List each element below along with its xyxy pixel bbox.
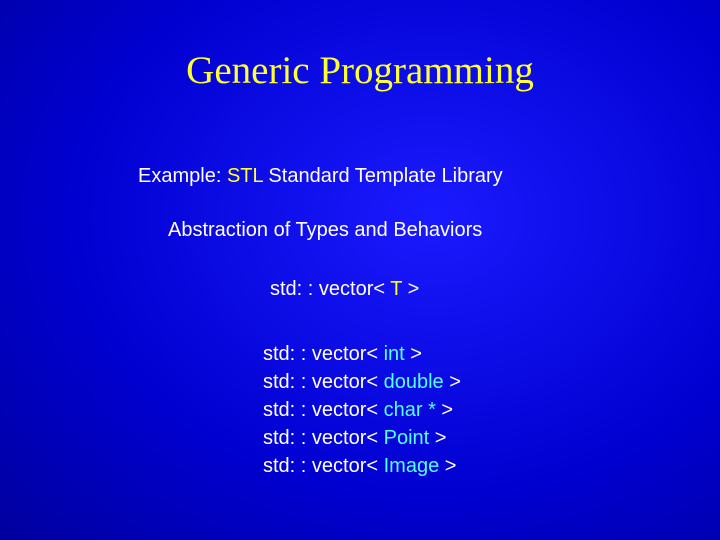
slide-title: Generic Programming bbox=[0, 48, 720, 93]
instance-suffix: > bbox=[439, 455, 456, 477]
instance-type: Point bbox=[384, 427, 430, 449]
instance-prefix: std: : vector< bbox=[263, 427, 384, 449]
instance-prefix: std: : vector< bbox=[263, 371, 384, 393]
instance-type: Image bbox=[384, 455, 440, 477]
instance-type: int bbox=[384, 343, 405, 365]
generic-line: std: : vector< T > bbox=[270, 278, 419, 301]
instance-prefix: std: : vector< bbox=[263, 455, 384, 477]
instance-prefix: std: : vector< bbox=[263, 399, 384, 421]
subtitle-highlight: STL bbox=[227, 165, 263, 187]
instance-type: double bbox=[384, 371, 444, 393]
subtitle-prefix: Example: bbox=[138, 165, 227, 187]
subtitle-suffix: Standard Template Library bbox=[263, 165, 503, 187]
instance-line: std: : vector< Image > bbox=[263, 452, 461, 480]
instance-type: char * bbox=[384, 399, 436, 421]
instance-suffix: > bbox=[405, 343, 422, 365]
instance-line: std: : vector< int > bbox=[263, 340, 461, 368]
instances-block: std: : vector< int > std: : vector< doub… bbox=[263, 340, 461, 480]
generic-suffix: > bbox=[402, 278, 419, 300]
instance-line: std: : vector< Point > bbox=[263, 424, 461, 452]
instance-line: std: : vector< double > bbox=[263, 368, 461, 396]
generic-template-param: T bbox=[390, 278, 402, 300]
subtitle-line: Example: STL Standard Template Library bbox=[138, 165, 503, 188]
instance-line: std: : vector< char * > bbox=[263, 396, 461, 424]
slide: Generic Programming Example: STL Standar… bbox=[0, 0, 720, 540]
abstraction-line: Abstraction of Types and Behaviors bbox=[168, 219, 482, 242]
generic-prefix: std: : vector< bbox=[270, 278, 390, 300]
instance-suffix: > bbox=[429, 427, 446, 449]
instance-prefix: std: : vector< bbox=[263, 343, 384, 365]
instance-suffix: > bbox=[436, 399, 453, 421]
instance-suffix: > bbox=[444, 371, 461, 393]
